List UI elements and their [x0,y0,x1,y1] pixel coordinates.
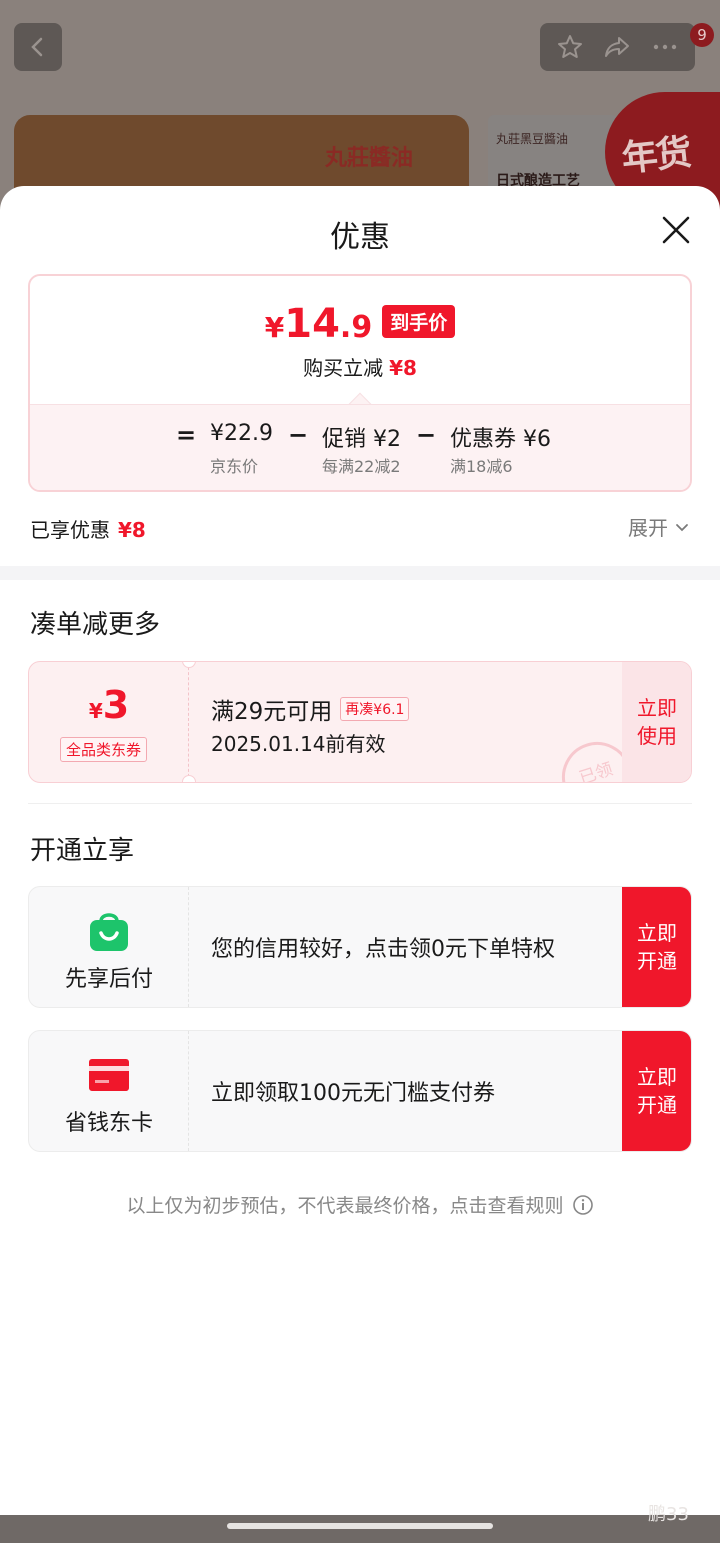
shopping-bag-icon [87,909,131,953]
use-coupon-button[interactable]: 立即 使用 [622,662,691,782]
close-icon [662,216,690,244]
discount-sheet: 优惠 ¥14.9 到手价 购买立减 ¥8 = ¥22.9 京东价 − 促销 ¥2 … [0,186,720,1515]
coupon-notch [182,775,196,782]
share-icon[interactable] [597,27,637,67]
coupon-card: ¥3 全品类东券 满29元可用 再凑¥6.1 2025.01.14前有效 已领 … [28,661,692,783]
chevron-left-icon [31,37,43,57]
equals-sign: = [176,421,197,449]
close-button[interactable] [658,212,694,248]
credit-card-icon [87,1053,131,1097]
banner-brand-logo: 丸莊醬油 [325,145,414,171]
minus-sign: − [288,421,309,449]
back-button[interactable] [14,23,62,71]
favorite-star-icon[interactable] [550,27,590,67]
coupon-type-badge: 全品类东券 [60,737,148,762]
coupon-rule: 满18减6 [450,457,513,476]
base-price-label: 京东价 [210,457,259,476]
final-price: ¥14.9 [264,301,373,347]
enjoyed-discount: 已享优惠 ¥8 [30,518,146,542]
coupon-validity: 2025.01.14前有效 [211,732,386,756]
top-actions [540,23,695,71]
savings-card-name: 省钱东卡 [64,1111,153,1136]
pay-later-card: 先享后付 您的信用较好，点击领0元下单特权 立即 开通 [28,886,692,1008]
coupon-value-area: ¥3 全品类东券 [29,662,189,782]
divider [28,803,692,804]
price-formula: = ¥22.9 京东价 − 促销 ¥2 每满22减2 − 优惠券 ¥6 满18减… [30,404,690,490]
info-icon [572,1194,594,1216]
combine-section-title: 凑单减更多 [30,610,161,640]
open-section-title: 开通立享 [30,836,135,866]
pay-later-name: 先享后付 [64,967,153,992]
coupon-add-more-badge: 再凑¥6.1 [340,697,410,721]
cart-badge: 9 [690,23,714,47]
promo-rule: 每满22减2 [322,457,401,476]
expand-button[interactable]: 展开 [628,512,690,541]
instant-discount: 购买立减 ¥8 [303,356,417,380]
more-dots-icon[interactable] [645,27,685,67]
system-bottom-bar [0,1515,720,1543]
price-breakdown-card: ¥14.9 到手价 购买立减 ¥8 = ¥22.9 京东价 − 促销 ¥2 每满2… [28,274,692,492]
chevron-down-icon [674,519,690,535]
activate-pay-later-button[interactable]: 立即 开通 [622,887,691,1007]
thumbnail-brand: 丸莊黑豆醬油 [496,132,569,146]
rules-disclaimer-link[interactable]: 以上仅为初步预估，不代表最终价格，点击查看规则 [0,1191,720,1218]
home-indicator[interactable] [227,1523,493,1529]
final-price-tag: 到手价 [382,305,456,338]
promo-discount: 促销 ¥2 [322,427,401,452]
savings-card-card: 省钱东卡 立即领取100元无门槛支付券 立即 开通 [28,1030,692,1152]
activate-savings-card-button[interactable]: 立即 开通 [622,1031,691,1151]
pay-later-desc: 您的信用较好，点击领0元下单特权 [211,937,555,962]
coupon-amount: ¥3 [88,683,130,727]
watermark: 鹏33 [648,1504,689,1525]
base-price: ¥22.9 [210,421,273,446]
section-divider [0,566,720,580]
minus-sign: − [416,421,437,449]
coupon-condition: 满29元可用 再凑¥6.1 [211,692,410,726]
coupon-discount: 优惠券 ¥6 [450,427,551,452]
savings-card-desc: 立即领取100元无门槛支付券 [211,1081,495,1106]
sheet-title: 优惠 [330,220,390,255]
